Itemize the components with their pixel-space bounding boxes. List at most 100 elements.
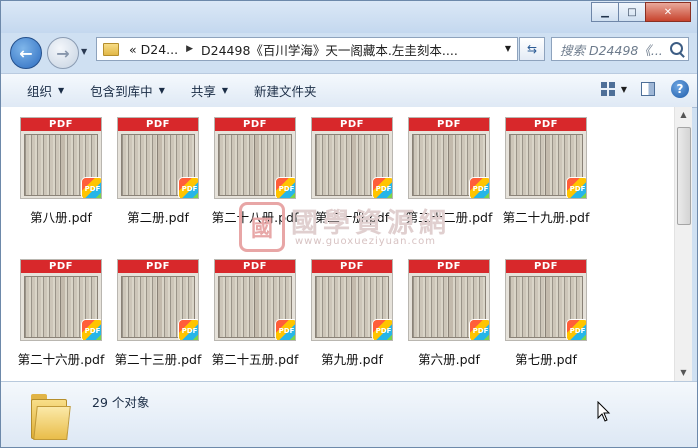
toolbar-right: ▼ ? [600,80,689,98]
file-item[interactable]: PDF PDF 第二十六册.pdf [13,259,109,368]
file-name: 第六册.pdf [418,352,480,367]
share-label: 共享 [190,84,216,99]
file-name: 第二十五册.pdf [211,352,299,367]
file-item[interactable]: PDF PDF 第二十五册.pdf [207,259,303,368]
minimize-button[interactable]: ▁ [591,2,619,22]
file-item[interactable]: PDF PDF 第七册.pdf [498,259,594,368]
breadcrumb-separator-icon[interactable]: ▶ [180,44,199,54]
address-dropdown-icon[interactable]: ▼ [505,44,511,53]
pdf-app-icon: PDF [567,320,586,340]
pdf-thumbnail: PDF PDF [117,117,199,199]
pdf-thumbnail: PDF PDF [117,259,199,341]
file-name: 第九册.pdf [321,352,383,367]
pdf-banner: PDF [118,260,198,273]
refresh-button[interactable]: ⇆ [519,37,545,61]
file-item[interactable]: PDF PDF 第八册.pdf [13,117,109,226]
pdf-banner: PDF [21,118,101,131]
preview-pane-icon[interactable] [641,82,655,96]
search-placeholder: 搜索 D24498《... [560,42,663,58]
folder-icon [103,42,119,56]
new-folder-label: 新建文件夹 [254,84,317,99]
pdf-banner: PDF [506,260,586,273]
forward-arrow-icon: → [56,43,70,63]
pdf-banner: PDF [312,260,392,273]
pdf-app-icon: PDF [373,320,392,340]
file-item[interactable]: PDF PDF 第二十九册.pdf [498,117,594,226]
breadcrumb-current[interactable]: D24498《百川学海》天一阁藏本.左圭刻本.... [199,40,460,59]
include-in-library-label: 包含到库中 [90,84,153,99]
pdf-banner: PDF [118,118,198,131]
pdf-app-icon: PDF [470,320,489,340]
refresh-icon: ⇆ [526,42,538,56]
pdf-app-icon: PDF [567,178,586,198]
forward-button[interactable]: → [47,37,79,69]
recent-pages-dropdown-icon[interactable]: ▼ [81,47,87,56]
maximize-button[interactable]: □ [618,2,646,22]
new-folder-button[interactable]: 新建文件夹 [254,81,317,100]
mouse-cursor-icon [597,401,611,422]
pdf-thumbnail: PDF PDF [20,117,102,199]
file-item[interactable]: PDF PDF 第二十二册.pdf [401,117,497,226]
search-input[interactable]: 搜索 D24498《... [551,37,689,61]
file-item[interactable]: PDF PDF 第九册.pdf [304,259,400,368]
chevron-down-icon: ▼ [221,86,229,95]
help-icon[interactable]: ? [671,80,689,98]
pdf-app-icon: PDF [179,178,198,198]
pdf-app-icon: PDF [276,178,295,198]
pdf-app-icon: PDF [373,178,392,198]
chevron-down-icon: ▼ [158,86,165,95]
pdf-app-icon: PDF [470,178,489,198]
pdf-app-icon: PDF [276,320,295,340]
scroll-down-icon[interactable]: ▼ [675,365,692,381]
file-name: 第八册.pdf [30,210,92,225]
file-name: 第二册.pdf [127,210,189,225]
file-name: 第二十册.pdf [314,210,390,225]
pdf-thumbnail: PDF PDF [214,259,296,341]
pdf-thumbnail: PDF PDF [505,117,587,199]
pdf-thumbnail: PDF PDF [311,117,393,199]
close-button[interactable]: ✕ [645,2,691,22]
file-item[interactable]: PDF PDF 第二册.pdf [110,117,206,226]
address-bar[interactable]: « D24... ▶ D24498《百川学海》天一阁藏本.左圭刻本.... ▼ [96,37,518,61]
pdf-thumbnail: PDF PDF [311,259,393,341]
search-icon[interactable] [670,42,683,55]
pdf-thumbnail: PDF PDF [20,259,102,341]
view-options-dropdown-icon[interactable]: ▼ [621,85,627,94]
file-item[interactable]: PDF PDF 第六册.pdf [401,259,497,368]
file-name: 第二十八册.pdf [211,210,299,225]
pdf-thumbnail: PDF PDF [505,259,587,341]
file-item[interactable]: PDF PDF 第二十八册.pdf [207,117,303,226]
explorer-window: ▁ □ ✕ ← → ▼ « D24... ▶ D24498《百川学海》天一阁藏本… [0,0,698,448]
pdf-banner: PDF [215,260,295,273]
breadcrumb-parent[interactable]: D24... [139,42,180,57]
file-item[interactable]: PDF PDF 第二十三册.pdf [110,259,206,368]
file-list[interactable]: PDF PDF 第八册.pdf PDF PDF 第二册.pdf PDF PDF 第二十… [1,107,682,381]
scroll-up-icon[interactable]: ▲ [675,107,692,123]
folder-icon [29,390,71,440]
organize-menu[interactable]: 组织 ▼ [27,81,64,100]
pdf-thumbnail: PDF PDF [408,259,490,341]
file-name: 第二十三册.pdf [114,352,202,367]
breadcrumb-overflow[interactable]: « [127,42,139,57]
details-pane: 29 个对象 [1,381,697,447]
file-name: 第二十九册.pdf [502,210,590,225]
vertical-scrollbar[interactable]: ▲ ▼ [674,107,692,381]
pdf-banner: PDF [312,118,392,131]
file-item[interactable]: PDF PDF 第二十册.pdf [304,117,400,226]
navigation-bar: ← → ▼ « D24... ▶ D24498《百川学海》天一阁藏本.左圭刻本.… [1,31,697,71]
share-menu[interactable]: 共享 ▼ [191,81,228,100]
file-name: 第七册.pdf [515,352,577,367]
pdf-thumbnail: PDF PDF [408,117,490,199]
pdf-app-icon: PDF [82,320,101,340]
pdf-banner: PDF [215,118,295,131]
title-bar: ▁ □ ✕ [1,1,697,33]
include-in-library-menu[interactable]: 包含到库中 ▼ [90,81,165,100]
pdf-banner: PDF [21,260,101,273]
chevron-down-icon: ▼ [58,86,65,95]
change-view-icon[interactable] [600,82,615,96]
back-button[interactable]: ← [10,37,42,69]
pdf-banner: PDF [409,260,489,273]
pdf-banner: PDF [409,118,489,131]
scrollbar-thumb[interactable] [677,127,691,225]
pdf-thumbnail: PDF PDF [214,117,296,199]
